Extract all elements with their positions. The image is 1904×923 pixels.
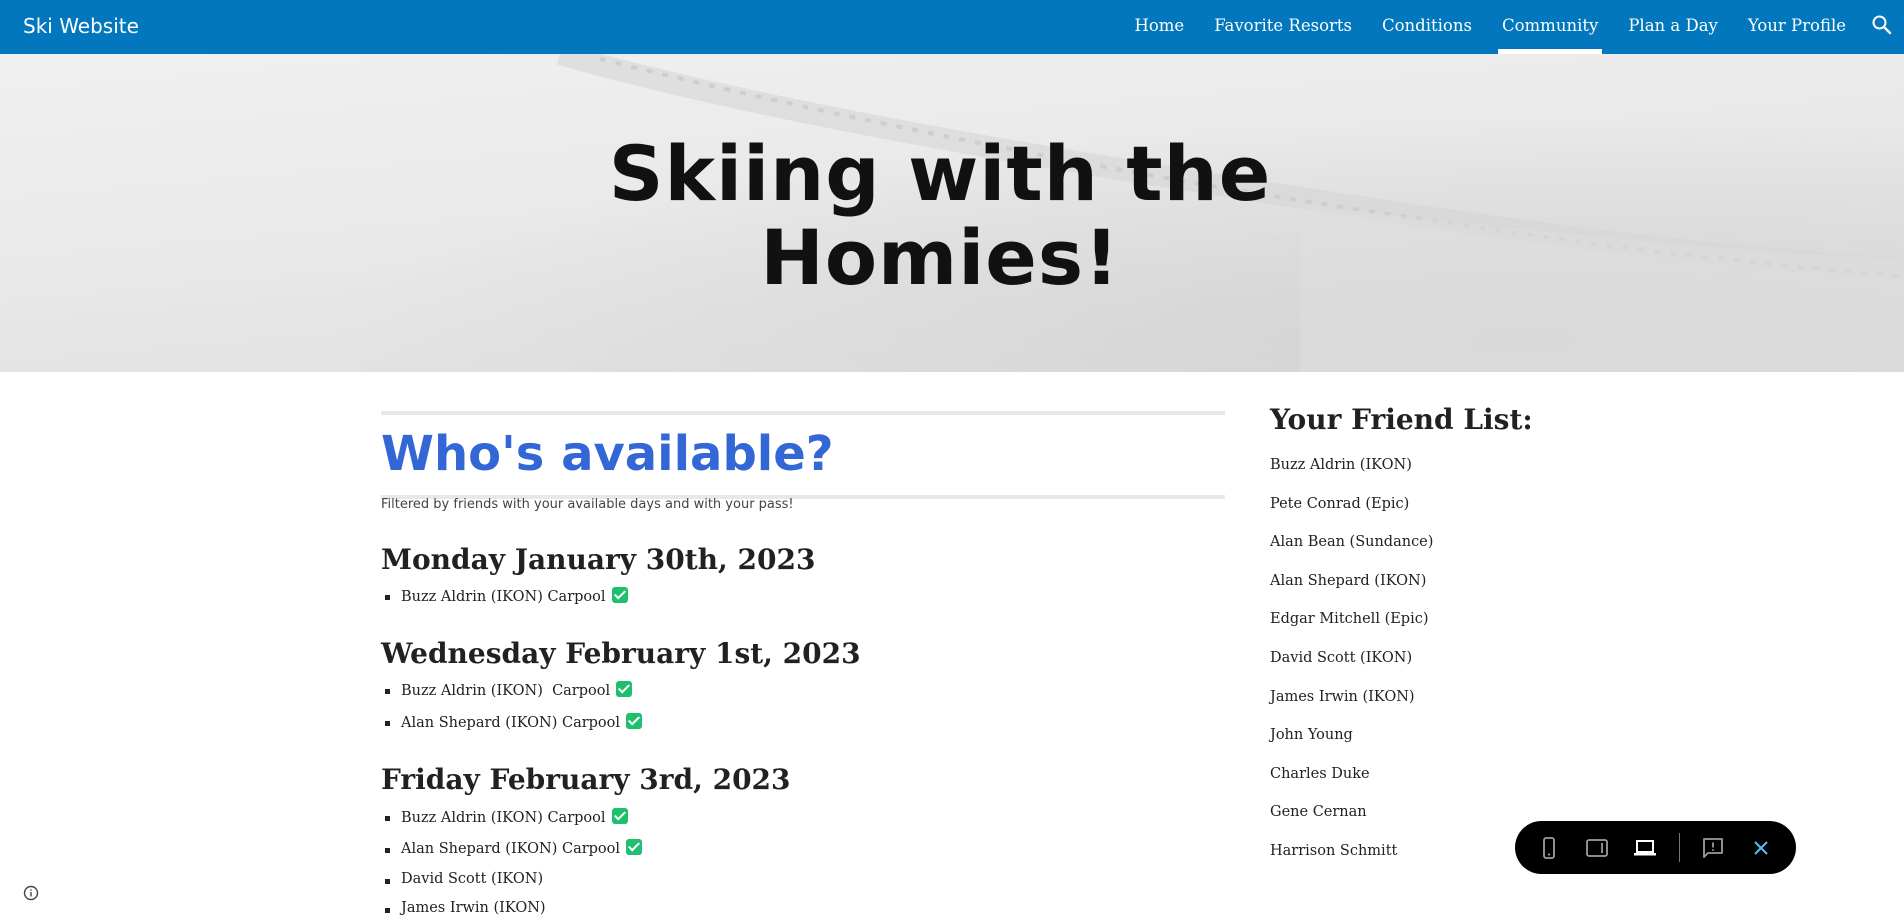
nav-favorite-resorts[interactable]: Favorite Resorts (1212, 0, 1354, 54)
friend-entry: Buzz Aldrin (IKON) Carpool (401, 810, 606, 826)
divider-top (381, 411, 1225, 415)
check-icon (626, 839, 643, 855)
laptop-icon[interactable] (1625, 821, 1665, 874)
tablet-icon[interactable] (1577, 821, 1617, 874)
main-navigation: Home Favorite Resorts Conditions Communi… (1132, 0, 1848, 54)
friend-item: David Scott (IKON) (1270, 649, 1413, 666)
check-icon (626, 713, 643, 729)
friend-item: Buzz Aldrin (IKON) (1270, 457, 1412, 473)
list-item: David Scott (IKON) (381, 865, 642, 894)
nav-conditions[interactable]: Conditions (1380, 0, 1474, 54)
section-title: Who's available? (381, 426, 834, 482)
friend-item: Charles Duke (1270, 765, 1370, 782)
hero-title: Skiing with the Homies! (0, 132, 1880, 300)
friend-list: Buzz Aldrin (IKON) Pete Conrad (Epic) Al… (1270, 450, 1433, 875)
friend-item: Edgar Mitchell (Epic) (1270, 611, 1429, 628)
hero-title-line-1: Skiing with the (608, 129, 1272, 218)
day-heading: Monday January 30th, 2023 (381, 543, 816, 576)
friend-item: Alan Shepard (IKON) (1270, 572, 1427, 589)
friend-entry: Buzz Aldrin (IKON) Carpool (401, 589, 606, 605)
friend-item: Pete Conrad (Epic) (1270, 495, 1410, 512)
search-icon[interactable] (1870, 13, 1894, 37)
friend-entry: David Scott (IKON) (401, 871, 544, 887)
available-list: Buzz Aldrin (IKON) Carpool Alan Shepard … (381, 802, 643, 923)
phone-icon[interactable] (1529, 821, 1569, 874)
site-title[interactable]: Ski Website (23, 14, 139, 38)
day-heading: Wednesday February 1st, 2023 (381, 637, 861, 670)
check-icon (611, 587, 628, 603)
list-item: Buzz Aldrin (IKON) Carpool (381, 802, 642, 834)
friend-item: John Young (1270, 727, 1353, 744)
friend-entry: James Irwin (IKON) (401, 900, 546, 916)
friend-item: Alan Bean (Sundance) (1270, 534, 1434, 551)
list-item: Alan Shepard (IKON) Carpool (381, 834, 643, 865)
close-icon[interactable] (1741, 821, 1781, 874)
friend-entry: Alan Shepard (IKON) Carpool (401, 715, 621, 731)
hero-title-line-2: Homies! (760, 213, 1120, 302)
friend-entry: Alan Shepard (IKON) Carpool (401, 841, 621, 857)
info-icon[interactable] (23, 885, 39, 901)
list-item: James Irwin (IKON) (381, 894, 642, 923)
day-heading: Friday February 3rd, 2023 (381, 763, 791, 796)
nav-home[interactable]: Home (1132, 0, 1186, 54)
nav-your-profile[interactable]: Your Profile (1746, 0, 1848, 54)
nav-community[interactable]: Community (1497, 0, 1603, 54)
friend-item: Harrison Schmitt (1270, 842, 1398, 859)
report-issue-icon[interactable] (1693, 821, 1733, 874)
hero-banner: Skiing with the Homies! (0, 54, 1904, 372)
check-icon (611, 808, 628, 824)
check-icon (616, 681, 633, 697)
friend-entry: Buzz Aldrin (IKON) Carpool (401, 683, 611, 699)
toolbar-divider (1679, 833, 1680, 862)
preview-toolbar (1515, 821, 1796, 874)
nav-plan-a-day[interactable]: Plan a Day (1626, 0, 1720, 54)
list-item: Buzz Aldrin (IKON) Carpool (381, 675, 642, 707)
list-item: Buzz Aldrin (IKON) Carpool (381, 581, 628, 613)
filter-note: Filtered by friends with your available … (381, 497, 794, 512)
friend-item: Gene Cernan (1270, 804, 1367, 821)
top-app-bar: Ski Website Home Favorite Resorts Condit… (0, 0, 1904, 54)
list-item: Alan Shepard (IKON) Carpool (381, 707, 643, 739)
available-list: Buzz Aldrin (IKON) Carpool (381, 581, 628, 613)
friend-list-heading: Your Friend List: (1270, 403, 1533, 436)
friend-item: James Irwin (IKON) (1270, 688, 1415, 705)
available-list: Buzz Aldrin (IKON) Carpool Alan Shepard … (381, 675, 643, 739)
